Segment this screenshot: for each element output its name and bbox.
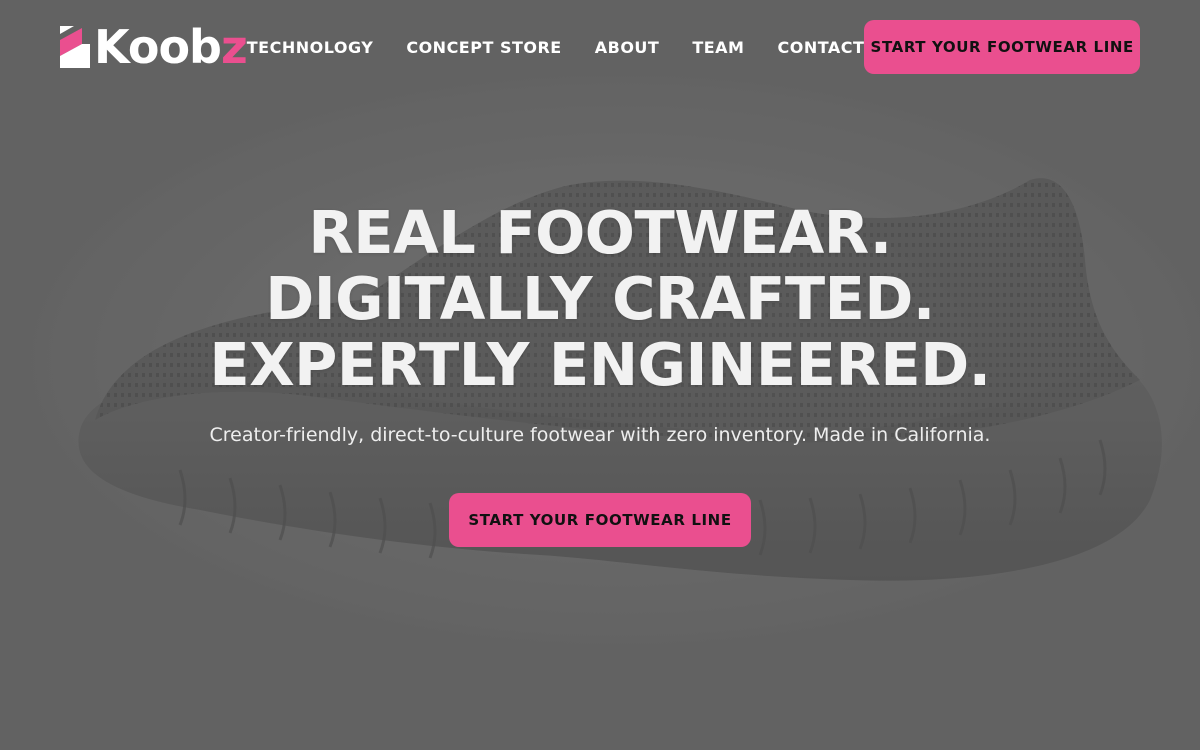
headline-line-2: DIGITALLY CRAFTED. (265, 264, 935, 333)
top-navigation: Koobz TECHNOLOGY CONCEPT STORE ABOUT TEA… (60, 20, 1140, 74)
headline-line-1: REAL FOOTWEAR. (308, 198, 892, 267)
koobz-logo[interactable]: Koobz (60, 20, 248, 74)
nav-link-team[interactable]: TEAM (692, 38, 744, 57)
nav-link-concept-store[interactable]: CONCEPT STORE (406, 38, 561, 57)
logo-mark-icon (60, 26, 90, 68)
headline-line-3: EXPERTLY ENGINEERED. (209, 330, 991, 399)
nav-start-footwear-line-button[interactable]: START YOUR FOOTWEAR LINE (864, 20, 1140, 74)
nav-links: TECHNOLOGY CONCEPT STORE ABOUT TEAM CONT… (247, 38, 865, 57)
nav-link-technology[interactable]: TECHNOLOGY (247, 38, 374, 57)
hero-headline: REAL FOOTWEAR. DIGITALLY CRAFTED. EXPERT… (0, 200, 1200, 398)
nav-link-about[interactable]: ABOUT (595, 38, 660, 57)
hero-start-footwear-line-button[interactable]: START YOUR FOOTWEAR LINE (449, 493, 751, 547)
hero-subtitle: Creator-friendly, direct-to-culture foot… (209, 424, 991, 446)
nav-link-contact[interactable]: CONTACT (777, 38, 864, 57)
logo-wordmark: Koobz (94, 20, 248, 74)
